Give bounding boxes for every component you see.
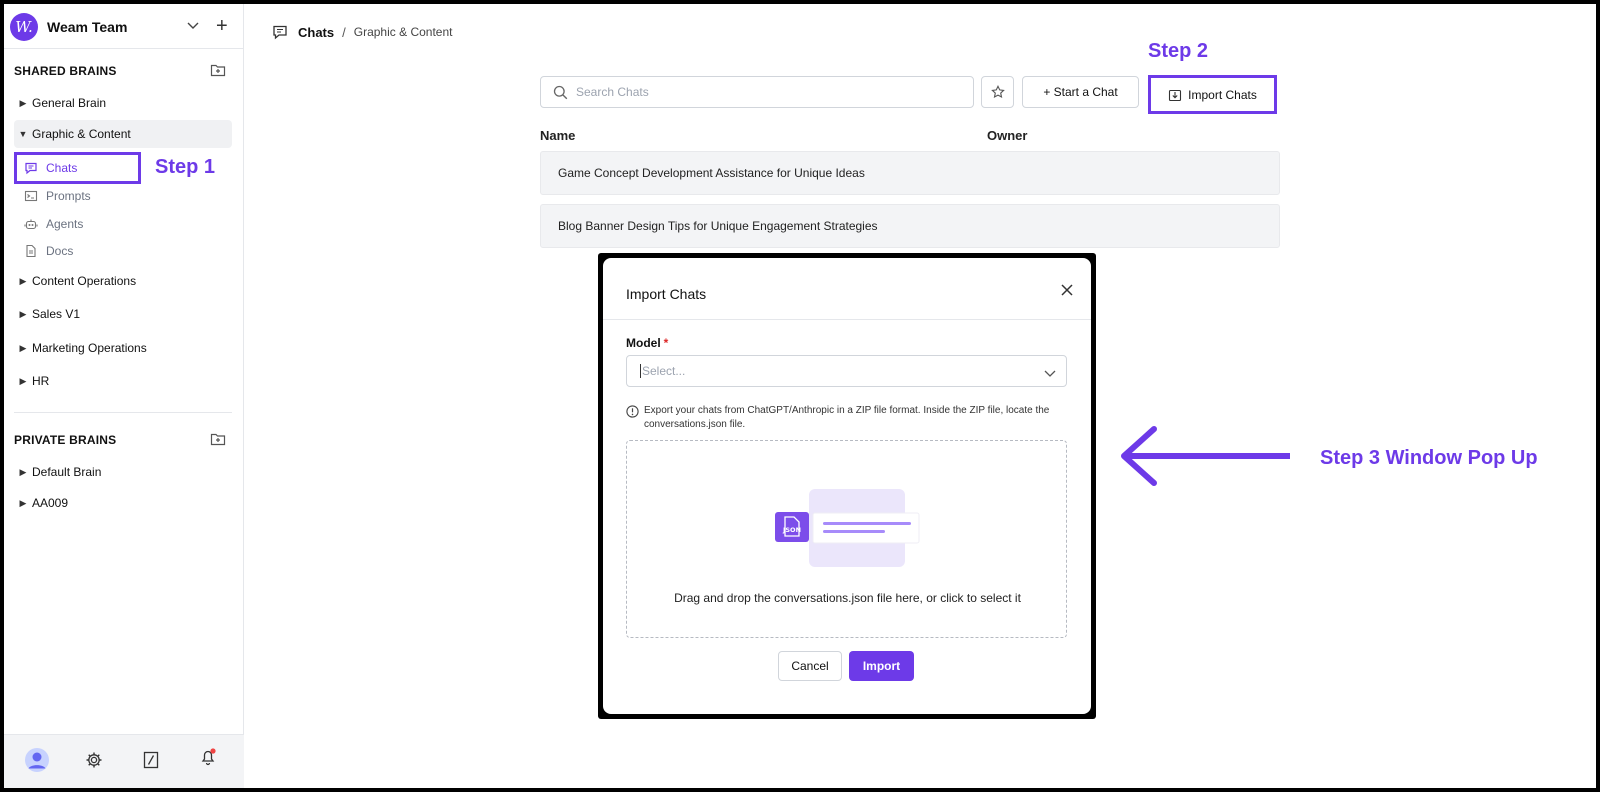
import-chats-modal: Import Chats Model * Select... Export you…: [603, 258, 1091, 714]
sidebar-item-label: Graphic & Content: [32, 127, 131, 141]
sidebar-item-aa009[interactable]: ▶ AA009: [14, 489, 232, 517]
cancel-button[interactable]: Cancel: [778, 651, 842, 681]
sidebar-subitem-label: Docs: [46, 244, 74, 258]
divider: [4, 48, 244, 49]
avatar[interactable]: [25, 748, 49, 772]
info-text: Export your chats from ChatGPT/Anthropic…: [644, 405, 1050, 430]
import-button[interactable]: Import: [849, 651, 914, 681]
sidebar-item-label: Marketing Operations: [32, 341, 147, 355]
chevron-down-icon[interactable]: [186, 18, 200, 32]
model-select[interactable]: Select...: [626, 355, 1067, 387]
import-instructions: Export your chats from ChatGPT/Anthropic…: [626, 404, 1067, 432]
json-file-illustration: JSON: [775, 489, 920, 567]
file-badge: JSON: [782, 526, 801, 534]
document-icon: [26, 244, 36, 258]
sidebar-subitem-docs[interactable]: Docs: [24, 238, 73, 264]
edit-note-icon[interactable]: [142, 751, 160, 769]
sidebar-item-general-brain[interactable]: ▶ General Brain: [14, 89, 232, 117]
gear-icon[interactable]: [85, 751, 103, 769]
arrow-left-icon: [1121, 426, 1290, 486]
sidebar-item-marketing-operations[interactable]: ▶ Marketing Operations: [14, 334, 232, 362]
shared-brains-heading: SHARED BRAINS: [14, 64, 117, 78]
required-mark: *: [663, 336, 669, 350]
chat-name: Blog Banner Design Tips for Unique Engag…: [558, 219, 878, 233]
private-brains-heading: PRIVATE BRAINS: [14, 433, 117, 447]
import-chats-label: Import Chats: [1188, 87, 1257, 102]
divider: [14, 412, 232, 413]
robot-icon: [24, 219, 38, 230]
breadcrumb-section[interactable]: Chats: [298, 25, 334, 40]
import-chats-button[interactable]: Import Chats: [1154, 80, 1271, 109]
sidebar-item-label: Content Operations: [32, 274, 137, 288]
sidebar-subitem-agents[interactable]: Agents: [24, 211, 83, 237]
caret-right-icon: ▶: [19, 342, 27, 353]
sidebar-item-sales-v1[interactable]: ▶ Sales V1: [14, 300, 232, 328]
chat-icon: [273, 25, 287, 40]
sidebar-item-hr[interactable]: ▶ HR: [14, 367, 232, 395]
sidebar-item-label: General Brain: [32, 96, 107, 110]
import-icon: [1169, 89, 1182, 101]
step1-annotation: Step 1: [155, 156, 216, 178]
caret-right-icon: ▶: [19, 308, 27, 319]
caret-right-icon: ▶: [19, 97, 27, 108]
column-header-name: Name: [540, 128, 576, 143]
dropzone-text: Drag and drop the conversations.json fil…: [674, 591, 1021, 605]
add-folder-icon[interactable]: [210, 62, 226, 78]
search-input[interactable]: [576, 85, 936, 99]
table-row[interactable]: Blog Banner Design Tips for Unique Engag…: [540, 204, 1280, 248]
workspace-name: Weam Team: [47, 19, 128, 35]
terminal-icon: [24, 190, 38, 202]
start-chat-button[interactable]: + Start a Chat: [1022, 76, 1139, 108]
model-select-placeholder: Select...: [642, 364, 686, 378]
step2-annotation: Step 2: [1148, 40, 1209, 62]
search-bar[interactable]: [540, 76, 974, 108]
bell-icon[interactable]: [198, 747, 218, 767]
sidebar-subitem-prompts[interactable]: Prompts: [24, 183, 91, 209]
step3-annotation: Step 3 Window Pop Up: [1320, 447, 1538, 469]
table-row[interactable]: Game Concept Development Assistance for …: [540, 151, 1280, 195]
sidebar-bottom-bar: [4, 734, 244, 788]
star-icon: [990, 85, 1005, 99]
model-field-label: Model *: [626, 336, 668, 350]
model-label-text: Model: [626, 336, 661, 350]
column-header-owner: Owner: [987, 128, 1028, 143]
workspace-logo: W.: [10, 13, 38, 41]
sidebar-item-label: AA009: [32, 496, 69, 510]
caret-right-icon: ▶: [19, 497, 27, 508]
add-icon[interactable]: +: [216, 15, 228, 38]
sidebar: W. Weam Team + SHARED BRAINS ▶ General Br…: [4, 4, 244, 788]
sidebar-item-label: Default Brain: [32, 465, 102, 479]
modal-title: Import Chats: [626, 286, 707, 302]
sidebar-item-label: HR: [32, 374, 50, 388]
sidebar-item-label: Sales V1: [32, 307, 81, 321]
search-icon: [553, 85, 568, 99]
file-dropzone[interactable]: JSON Drag and drop the conversations.jso…: [626, 440, 1067, 638]
sidebar-item-content-operations[interactable]: ▶ Content Operations: [14, 267, 232, 295]
favorites-button[interactable]: [981, 76, 1014, 108]
chat-name: Game Concept Development Assistance for …: [558, 166, 865, 180]
close-icon[interactable]: [1059, 282, 1075, 298]
caret-down-icon: ▼: [18, 129, 28, 139]
breadcrumb-separator: /: [342, 24, 346, 40]
caret-right-icon: ▶: [19, 275, 27, 286]
breadcrumb-current: Graphic & Content: [353, 25, 453, 39]
sidebar-item-default-brain[interactable]: ▶ Default Brain: [14, 458, 232, 486]
text-cursor: [640, 364, 641, 378]
caret-right-icon: ▶: [19, 466, 27, 477]
add-folder-icon[interactable]: [210, 431, 226, 447]
modal-divider: [603, 319, 1091, 320]
workspace-switcher[interactable]: W. Weam Team +: [10, 12, 240, 42]
sidebar-subitem-label: Agents: [46, 217, 84, 231]
sidebar-item-graphic-content[interactable]: ▼ Graphic & Content: [14, 120, 232, 148]
breadcrumb: Chats / Graphic & Content: [272, 24, 452, 40]
app-window: W. Weam Team + SHARED BRAINS ▶ General Br…: [4, 4, 1596, 788]
step1-highlight: [14, 152, 141, 184]
chevron-down-icon[interactable]: [1043, 366, 1057, 380]
sidebar-subitem-label: Prompts: [46, 189, 91, 203]
caret-right-icon: ▶: [19, 375, 27, 386]
info-icon: [626, 405, 639, 418]
